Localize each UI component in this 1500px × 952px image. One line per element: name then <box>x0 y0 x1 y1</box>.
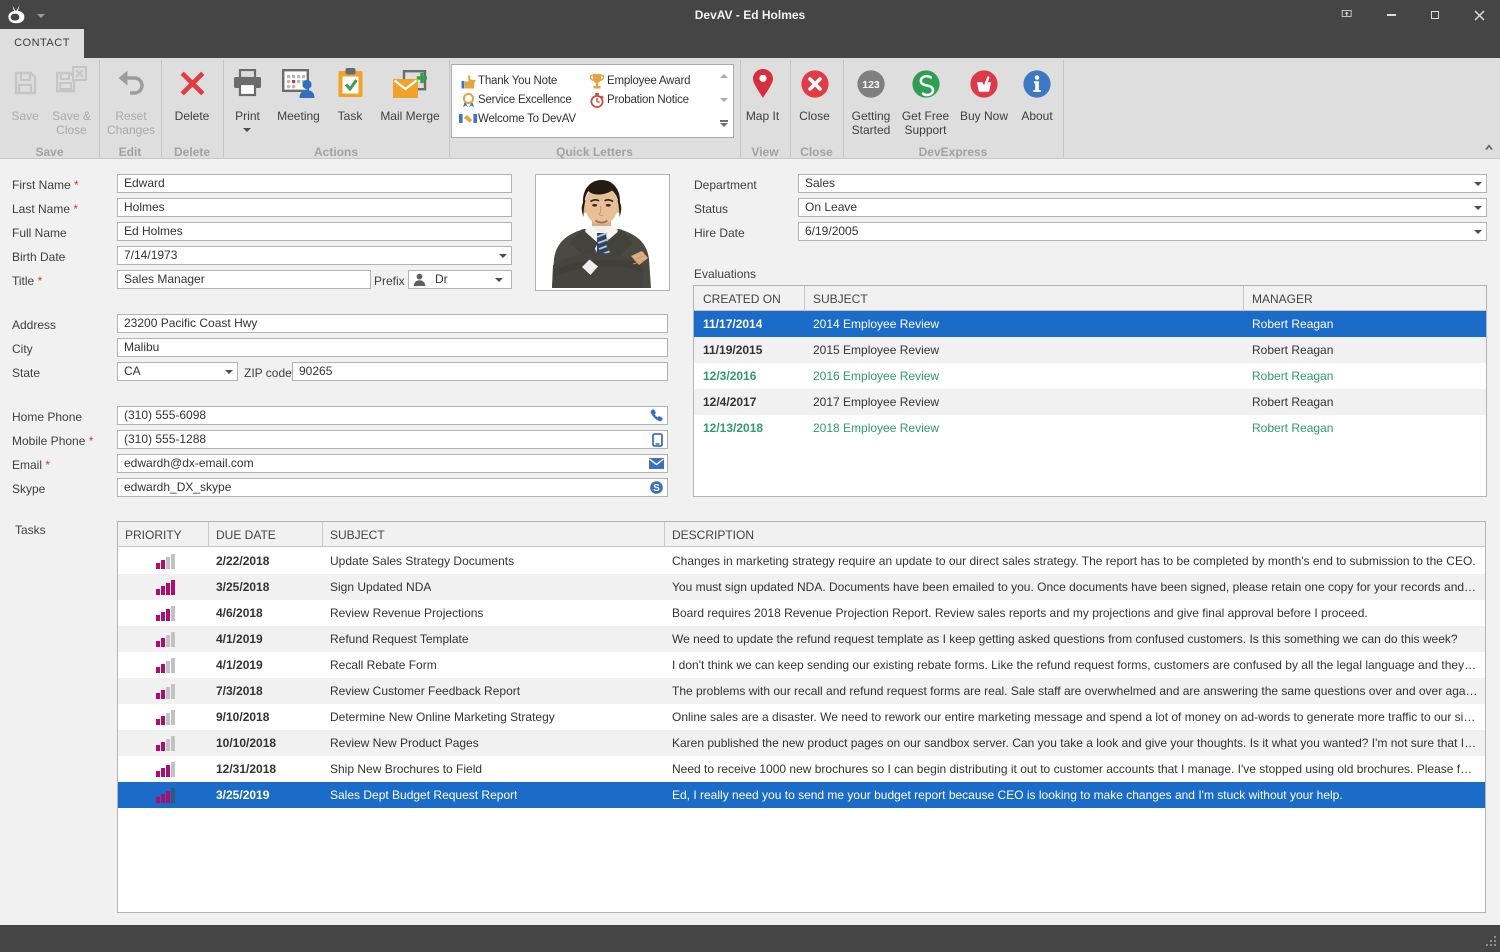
svg-text:S: S <box>653 483 660 494</box>
svg-text:123: 123 <box>862 79 880 91</box>
